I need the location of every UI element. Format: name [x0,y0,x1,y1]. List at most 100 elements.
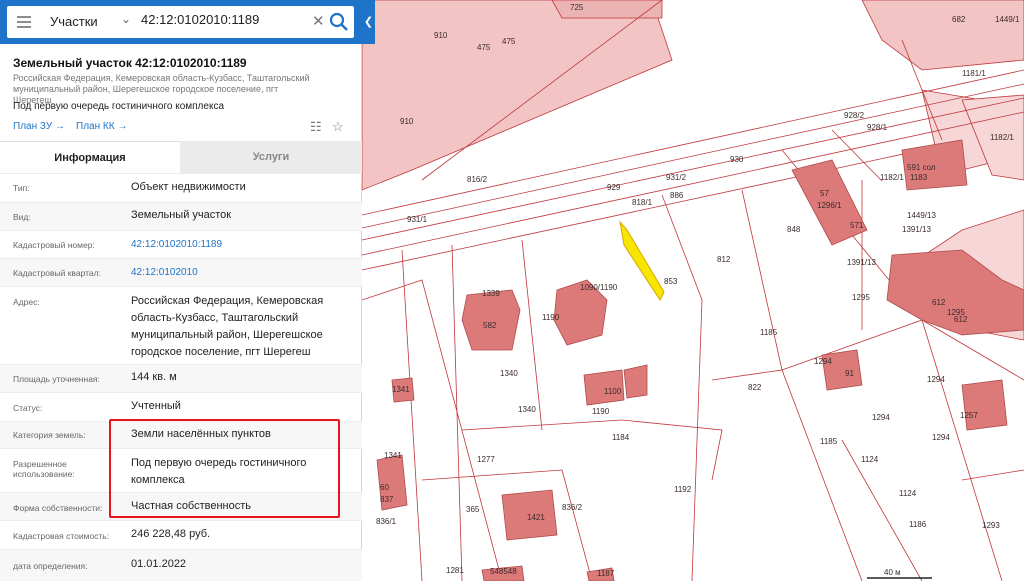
map-canvas[interactable]: 725 910 910 682 1449/1 475 475 1181/1 928/2 928/1… [362,0,1024,581]
parcel-number-label: 931/2 [666,173,687,182]
object-type-select[interactable]: Участки [50,14,98,29]
parcel-number-label: 365 [466,505,480,514]
attr-label: дата определения: [13,561,88,571]
attr-row-area: Площадь уточненная: 144 кв. м [0,364,362,392]
attr-row-determination-date: дата определения: 01.01.2022 [0,549,362,581]
search-button[interactable] [328,11,350,33]
plan-kk-link[interactable]: План КК → [76,121,127,132]
tab-services[interactable]: Услуги [180,141,362,173]
attr-row-cadastral-value: Кадастровая стоимость: 246 228,48 руб. [0,520,362,549]
parcel-number-label: 1341 [384,451,402,460]
arrow-right-icon: → [117,121,128,132]
parcel-number-label: 931/1 [407,215,428,224]
parcel-number-label: 60 [380,483,389,492]
parcel-number-label: 1341 [392,385,410,394]
parcel-number-label: 818/1 [632,198,653,207]
parcel-number-label: 837 [380,495,394,504]
parcel-number-label: 682 [952,15,966,24]
parcel-number-label: 1296/1 [817,201,842,210]
search-icon [329,12,348,31]
attr-value: Частная собственность [131,500,252,512]
parcel-number-label: 816/2 [467,175,488,184]
parcel-number-label: 1190 [542,313,560,322]
parcel-number-label: 1294 [814,357,832,366]
attr-value: Российская Федерация, Кемеровская област… [131,295,324,358]
attr-label: Вид: [13,212,31,222]
attr-row-cadastral-number: Кадастровый номер: 42:12:0102010:1189 [0,230,362,258]
chevron-left-icon: ❮ [363,16,374,28]
parcel-number-label: 725 [570,3,584,12]
parcel-number-label: 1182/1 [990,133,1014,142]
attr-value: Учтенный [131,400,181,412]
attr-label: Форма собственности: [13,503,103,513]
parcel-number-label: 928/2 [844,111,865,120]
attr-label: Категория земель: [13,430,86,440]
attr-value: 144 кв. м [131,371,177,383]
tab-bar: Информация Услуги [0,141,362,173]
attr-label: Адрес: [13,297,40,307]
attr-value: 01.01.2022 [131,558,187,570]
search-document-icon[interactable]: ☷ [310,119,322,135]
attr-row-land-category: Категория земель: Земли населённых пункт… [0,421,362,448]
object-purpose: Под первую очередь гостиничного комплекс… [13,101,225,112]
parcel-number-label: 1124 [899,489,917,498]
parcel-number-label: 836/2 [562,503,583,512]
parcel-number-label: 1340 [500,369,518,378]
parcel-number-label: 1183 [910,173,928,182]
parcel-number-label: 1421 [527,513,545,522]
attr-row-kind: Вид: Земельный участок [0,202,362,230]
parcel-number-label: 1184 [612,433,630,442]
parcel-number-label: 1185 [760,328,778,337]
attr-row-status: Статус: Учтенный [0,392,362,421]
info-panel: Участки ⌄ ✕ Земельный участок 42:12:0102… [0,0,362,581]
collapse-panel-button[interactable]: ❮ [362,0,375,44]
star-icon[interactable]: ☆ [332,119,344,135]
parcel-number-label: 853 [664,277,678,286]
parcel-number-label: 1281 [446,566,464,575]
parcel-number-label: 1257 [960,411,978,420]
parcel-number-label: 822 [748,383,762,392]
parcel-number-label: 591 сол [907,163,936,172]
plan-zu-link[interactable]: План ЗУ → [13,121,65,132]
parcel-number-label: 929 [607,183,621,192]
cadastral-number-link[interactable]: 42:12:0102010:1189 [131,236,351,253]
arrow-right-icon: → [54,121,65,132]
attr-row-permitted-use: Разрешенное использование: Под первую оч… [0,448,362,492]
parcel-number-label: 1449/13 [907,211,936,220]
parcel-number-label: 1294 [872,413,890,422]
search-input[interactable] [141,12,301,27]
close-icon[interactable]: ✕ [312,12,325,30]
parcel-number-label: 1391/13 [847,258,876,267]
attr-row-address: Адрес: Российская Федерация, Кемеровская… [0,286,362,364]
parcel-number-label: 1339 [482,289,500,298]
parcel-number-label: 836/1 [376,517,397,526]
parcel-number-label: 1182/1 [880,173,904,182]
attr-value: Земельный участок [131,209,232,221]
parcel-number-label: 1100 [604,387,622,396]
parcel-number-label: 886 [670,191,684,200]
parcel-number-label: 1192 [674,485,692,494]
chevron-down-icon[interactable]: ⌄ [121,12,131,26]
parcel-number-label: 612 [932,298,946,307]
tab-information[interactable]: Информация [0,141,180,173]
cadastral-map[interactable]: 725 910 910 682 1449/1 475 475 1181/1 928/2928/1… [362,0,1024,581]
attr-label: Тип: [13,183,30,193]
parcel-number-label: 1124 [861,455,879,464]
attr-label: Кадастровая стоимость: [13,531,110,541]
parcel-number-label: 1340 [518,405,536,414]
attr-label: Кадастровый квартал: [13,268,101,278]
parcel-number-label: 1090/1190 [580,283,618,292]
parcel-number-label: 812 [717,255,731,264]
attr-value: Под первую очередь гостиничного комплекс… [131,457,307,486]
parcel-number-label: 848 [787,225,801,234]
attr-label: Площадь уточненная: [13,374,100,384]
parcel-number-label: 1294 [932,433,950,442]
attr-value: Земли населённых пунктов [131,428,271,440]
parcel-number-label: 571 [850,221,864,230]
parcel-number-label: 930 [730,155,744,164]
parcel-number-label: 1186 [909,520,927,529]
parcel-number-label: 1181/1 [962,69,986,78]
parcel-number-label: 1391/13 [902,225,931,234]
cadastral-quarter-link[interactable]: 42:12:0102010 [131,264,351,281]
menu-icon[interactable] [17,16,31,28]
